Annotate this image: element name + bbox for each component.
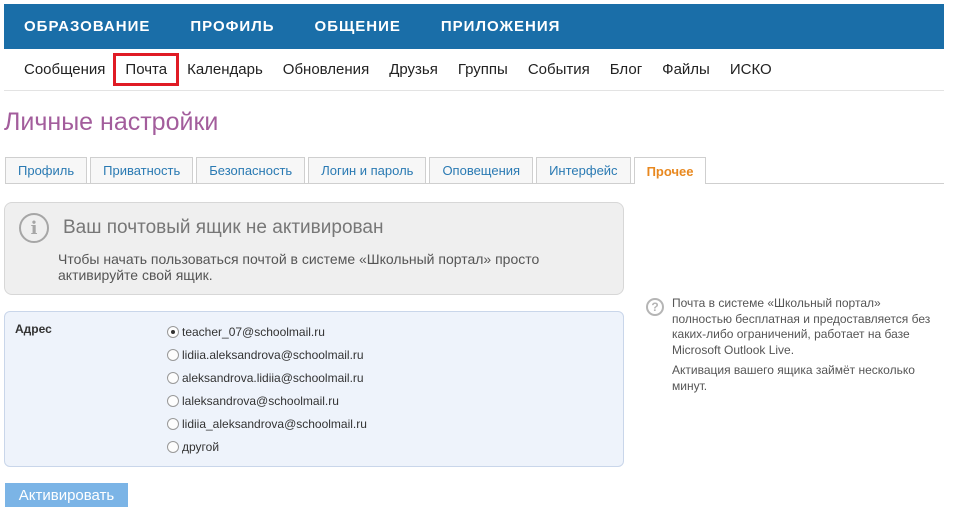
subnav-item-friends[interactable]: Друзья bbox=[379, 55, 448, 84]
address-option-label: aleksandrova.lidiia@schoolmail.ru bbox=[182, 370, 364, 385]
topnav-item-apps[interactable]: ПРИЛОЖЕНИЯ bbox=[441, 18, 561, 35]
subnav-item-blog[interactable]: Блог bbox=[600, 55, 652, 84]
subnav-item-groups[interactable]: Группы bbox=[448, 55, 518, 84]
radio-button[interactable] bbox=[167, 440, 179, 453]
radio-button[interactable] bbox=[167, 394, 179, 407]
tab-profile[interactable]: Профиль bbox=[5, 157, 88, 183]
subnav-item-mail[interactable]: Почта bbox=[113, 53, 180, 86]
subnav-item-messages[interactable]: Сообщения bbox=[14, 55, 115, 84]
settings-tabs: Профиль Приватность Безопасность Логин и… bbox=[5, 157, 944, 184]
subnav-item-isko[interactable]: ИСКО bbox=[720, 55, 782, 84]
topnav-item-communication[interactable]: ОБЩЕНИЕ bbox=[315, 18, 401, 35]
tab-other[interactable]: Прочее bbox=[633, 157, 707, 184]
top-navigation: ОБРАЗОВАНИЕ ПРОФИЛЬ ОБЩЕНИЕ ПРИЛОЖЕНИЯ bbox=[4, 4, 944, 49]
address-option[interactable]: lidiia_aleksandrova@schoolmail.ru bbox=[167, 412, 367, 435]
activate-button[interactable]: Активировать bbox=[5, 483, 128, 507]
question-icon: ? bbox=[646, 298, 664, 316]
tab-login-password[interactable]: Логин и пароль bbox=[308, 157, 427, 183]
subnav-item-updates[interactable]: Обновления bbox=[273, 55, 379, 84]
info-icon: i bbox=[19, 213, 49, 243]
address-option[interactable]: teacher_07@schoolmail.ru bbox=[167, 320, 367, 343]
address-option-label: laleksandrova@schoolmail.ru bbox=[182, 393, 339, 408]
help-text-description: Почта в системе «Школьный портал» полнос… bbox=[672, 296, 931, 357]
tab-security[interactable]: Безопасность bbox=[196, 157, 306, 183]
address-option[interactable]: lidiia.aleksandrova@schoolmail.ru bbox=[167, 343, 367, 366]
help-text-activation-time: Активация вашего ящика займёт несколько … bbox=[672, 363, 915, 393]
topnav-item-education[interactable]: ОБРАЗОВАНИЕ bbox=[24, 18, 150, 35]
tab-privacy[interactable]: Приватность bbox=[90, 157, 194, 183]
address-option-other[interactable]: другой bbox=[167, 435, 367, 458]
alert-text: Чтобы начать пользоваться почтой в систе… bbox=[58, 251, 540, 283]
sub-navigation: Сообщения Почта Календарь Обновления Дру… bbox=[4, 49, 944, 91]
radio-button[interactable] bbox=[167, 371, 179, 384]
address-option[interactable]: laleksandrova@schoolmail.ru bbox=[167, 389, 367, 412]
radio-button[interactable] bbox=[167, 417, 179, 430]
address-option-label: другой bbox=[182, 439, 220, 454]
tab-notifications[interactable]: Оповещения bbox=[429, 157, 534, 183]
radio-button[interactable] bbox=[167, 348, 179, 361]
topnav-item-profile[interactable]: ПРОФИЛЬ bbox=[190, 18, 274, 35]
address-option-label: lidiia_aleksandrova@schoolmail.ru bbox=[182, 416, 367, 431]
address-label: Адрес bbox=[15, 322, 52, 336]
mailbox-inactive-alert: i Ваш почтовый ящик не активирован Чтобы… bbox=[4, 202, 624, 295]
alert-title: Ваш почтовый ящик не активирован bbox=[63, 217, 384, 238]
subnav-item-files[interactable]: Файлы bbox=[652, 55, 720, 84]
page-title: Личные настройки bbox=[4, 108, 219, 136]
address-option-label: teacher_07@schoolmail.ru bbox=[182, 324, 325, 339]
address-options: teacher_07@schoolmail.ru lidiia.aleksand… bbox=[167, 320, 367, 458]
address-option-label: lidiia.aleksandrova@schoolmail.ru bbox=[182, 347, 364, 362]
tab-interface[interactable]: Интерфейс bbox=[536, 157, 631, 183]
address-form: Адрес teacher_07@schoolmail.ru lidiia.al… bbox=[4, 311, 624, 467]
address-option[interactable]: aleksandrova.lidiia@schoolmail.ru bbox=[167, 366, 367, 389]
subnav-item-events[interactable]: События bbox=[518, 55, 600, 84]
subnav-item-calendar[interactable]: Календарь bbox=[177, 55, 273, 84]
radio-button-checked[interactable] bbox=[167, 325, 179, 338]
